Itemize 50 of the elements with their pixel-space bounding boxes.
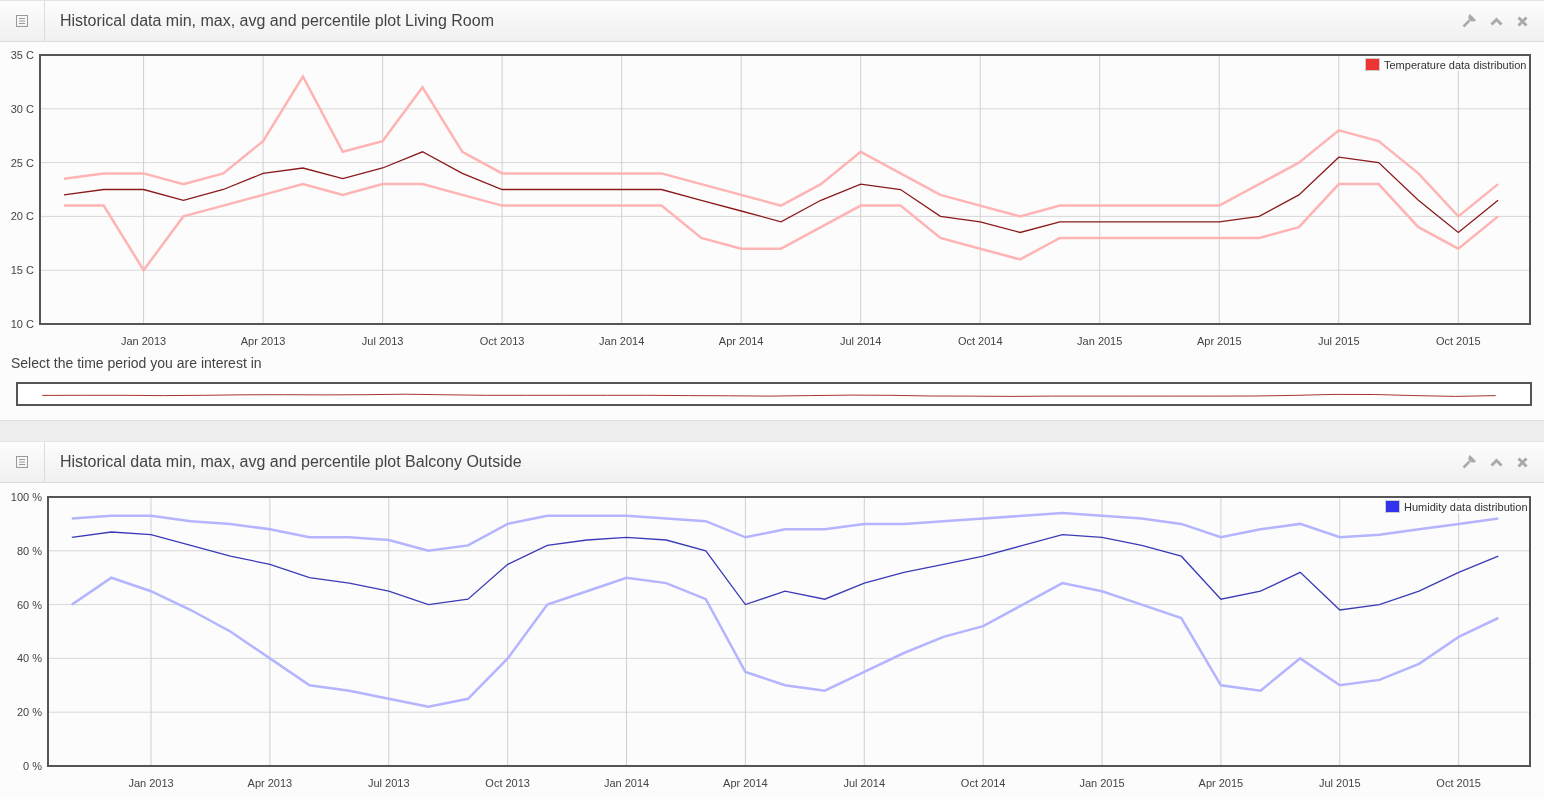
x-axis-label: Jan 2013 [128, 777, 174, 789]
x-axis-label: Oct 2013 [485, 777, 530, 789]
y-axis-label: 20 % [16, 706, 42, 719]
legend-label: Humidity data distribution [1404, 500, 1528, 513]
x-axis-label: Apr 2014 [718, 335, 764, 347]
y-axis-label: 0 % [23, 760, 42, 772]
x-axis-label: Jan 2013 [120, 335, 167, 347]
x-axis-label: Oct 2015 [1436, 777, 1481, 789]
x-axis-label: Oct 2014 [960, 777, 1006, 789]
x-axis-label: Jul 2015 [1319, 777, 1361, 789]
close-icon[interactable] [1517, 15, 1528, 27]
navigator-label: Select the time period you are interest in [11, 355, 263, 371]
x-axis-label: Jan 2015 [1077, 335, 1123, 347]
x-axis-label: Jan 2015 [1079, 777, 1125, 789]
x-axis-label: Apr 2014 [723, 777, 768, 789]
list-icon[interactable] [16, 15, 28, 27]
x-axis-label: Apr 2015 [1196, 335, 1242, 347]
x-axis-label: Apr 2015 [1198, 777, 1244, 789]
panel-title: Historical data min, max, avg and percentile plot Balcony Outside [60, 453, 523, 471]
navigator-sparkline[interactable] [16, 382, 1532, 406]
wrench-icon[interactable] [1462, 14, 1476, 28]
legend-label: Temperature data distribution [1384, 58, 1527, 71]
y-axis-label: 40 % [16, 652, 42, 665]
y-axis-label: 35 C [10, 49, 34, 61]
x-axis-label: Jul 2013 [368, 777, 410, 789]
x-axis-label: Oct 2014 [957, 335, 1003, 347]
x-axis-label: Jan 2014 [603, 777, 650, 789]
y-axis-label: 100 % [10, 491, 42, 503]
x-axis-label: Jul 2013 [361, 335, 404, 347]
x-axis-label: Jan 2014 [599, 335, 645, 347]
x-axis-label: Oct 2015 [1435, 335, 1481, 347]
close-icon[interactable] [1517, 456, 1528, 468]
collapse-icon[interactable] [1490, 457, 1503, 467]
x-axis-label: Oct 2013 [479, 335, 525, 347]
y-axis-label: 60 % [16, 598, 42, 611]
x-axis-label: Jul 2015 [1317, 335, 1360, 347]
x-axis-label: Jul 2014 [843, 777, 886, 789]
list-icon[interactable] [16, 456, 28, 468]
x-axis-label: Apr 2013 [247, 777, 293, 789]
x-axis-label: Jul 2014 [839, 335, 882, 347]
wrench-icon[interactable] [1462, 455, 1476, 469]
y-axis-label: 20 C [10, 210, 34, 223]
y-axis-label: 30 C [10, 102, 34, 115]
y-axis-label: 10 C [10, 318, 34, 330]
panel-title: Historical data min, max, avg and percentile plot Living Room [60, 12, 495, 30]
y-axis-label: 15 C [10, 264, 34, 277]
y-axis-label: 25 C [10, 156, 34, 169]
collapse-icon[interactable] [1490, 16, 1503, 26]
y-axis-label: 80 % [16, 544, 42, 557]
x-axis-label: Apr 2013 [240, 335, 286, 347]
